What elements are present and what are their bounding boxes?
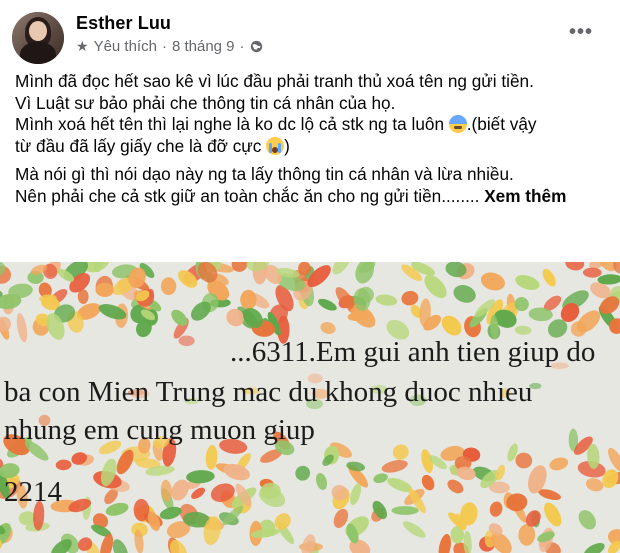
leaf-shape	[332, 262, 351, 275]
leaf-shape	[55, 459, 72, 471]
anxious-sweat-emoji-icon	[448, 115, 467, 133]
see-more-link[interactable]: Xem thêm	[484, 186, 566, 206]
avatar-face	[29, 21, 47, 41]
star-icon: ★	[76, 38, 89, 54]
more-options-button[interactable]: •••	[566, 21, 596, 43]
leaf-shape	[518, 524, 536, 546]
text-line: Vì Luật sư bảo phải che thông tin cá nhâ…	[15, 92, 396, 113]
crying-emoji-icon	[266, 136, 285, 155]
leaf-shape	[542, 268, 556, 287]
post-meta: ★ Yêu thích · 8 tháng 9 ·	[76, 38, 263, 55]
leaf-shape	[318, 298, 337, 311]
post-photo[interactable]: ...6311.Em gui anh tien giup do ba con M…	[0, 262, 620, 553]
text-line: Mình đã đọc hết sao kê vì lúc đầu phải t…	[15, 71, 534, 91]
author-name[interactable]: Esther Luu	[76, 13, 171, 34]
leaf-shape	[549, 457, 569, 471]
leaf-shape	[402, 521, 426, 538]
text-line: Nên phải che cả stk giữ an toàn chắc ăn …	[15, 185, 485, 206]
paragraph-1: Mình đã đọc hết sao kê vì lúc đầu phải t…	[15, 71, 615, 157]
leaf-shape	[515, 452, 533, 469]
leaf-shape	[578, 510, 597, 530]
text-line: từ đầu đã lấy giấy che là đỡ cực	[15, 135, 267, 156]
leaf-shape	[401, 290, 419, 306]
favorite-label[interactable]: Yêu thích	[94, 38, 157, 55]
leaf-shape	[240, 289, 257, 310]
leaf-shape	[514, 325, 532, 335]
leaf-shape	[160, 277, 177, 296]
photo-text-line: ...6311.Em gui anh tien giup do	[230, 336, 596, 368]
leaf-shape	[424, 274, 447, 299]
photo-text-line: ba con Mien Trung mac du khong duoc nhie…	[4, 376, 533, 408]
post-text: Mình đã đọc hết sao kê vì lúc đầu phải t…	[15, 71, 615, 207]
meta-separator-2: ·	[239, 38, 245, 55]
leaf-shape	[515, 275, 540, 290]
leaf-shape	[16, 313, 28, 343]
post-date[interactable]: 8 tháng 9	[172, 38, 235, 55]
globe-icon[interactable]	[250, 40, 263, 53]
meta-separator: ·	[161, 38, 167, 55]
leaf-shape	[381, 459, 408, 473]
leaf-shape	[320, 322, 336, 334]
text-line: Mình xoá hết tên thì lại nghe là ko dc l…	[15, 114, 449, 134]
leaf-shape	[582, 267, 602, 278]
leaf-shape	[100, 533, 114, 553]
leaf-shape	[346, 461, 366, 472]
leaf-shape	[453, 285, 476, 303]
text-paren: )	[284, 135, 290, 156]
leaf-shape	[178, 335, 195, 347]
text-line: .(biết vậy	[466, 114, 537, 134]
author-avatar[interactable]	[12, 12, 64, 64]
leaf-shape	[375, 294, 398, 306]
leaf-shape	[480, 272, 505, 291]
leaf-shape	[438, 534, 451, 553]
leaf-shape	[565, 262, 585, 271]
text-line: Mà nói gì thì nói dạo này ng ta lấy thôn…	[15, 164, 514, 184]
leaf-shape	[583, 542, 605, 553]
photo-text-line: nhung em cung muon giup	[4, 414, 315, 446]
paragraph-2: Mà nói gì thì nói dạo này ng ta lấy thôn…	[15, 164, 615, 207]
photo-text-line: 2214	[4, 476, 62, 508]
avatar-body	[20, 42, 56, 64]
